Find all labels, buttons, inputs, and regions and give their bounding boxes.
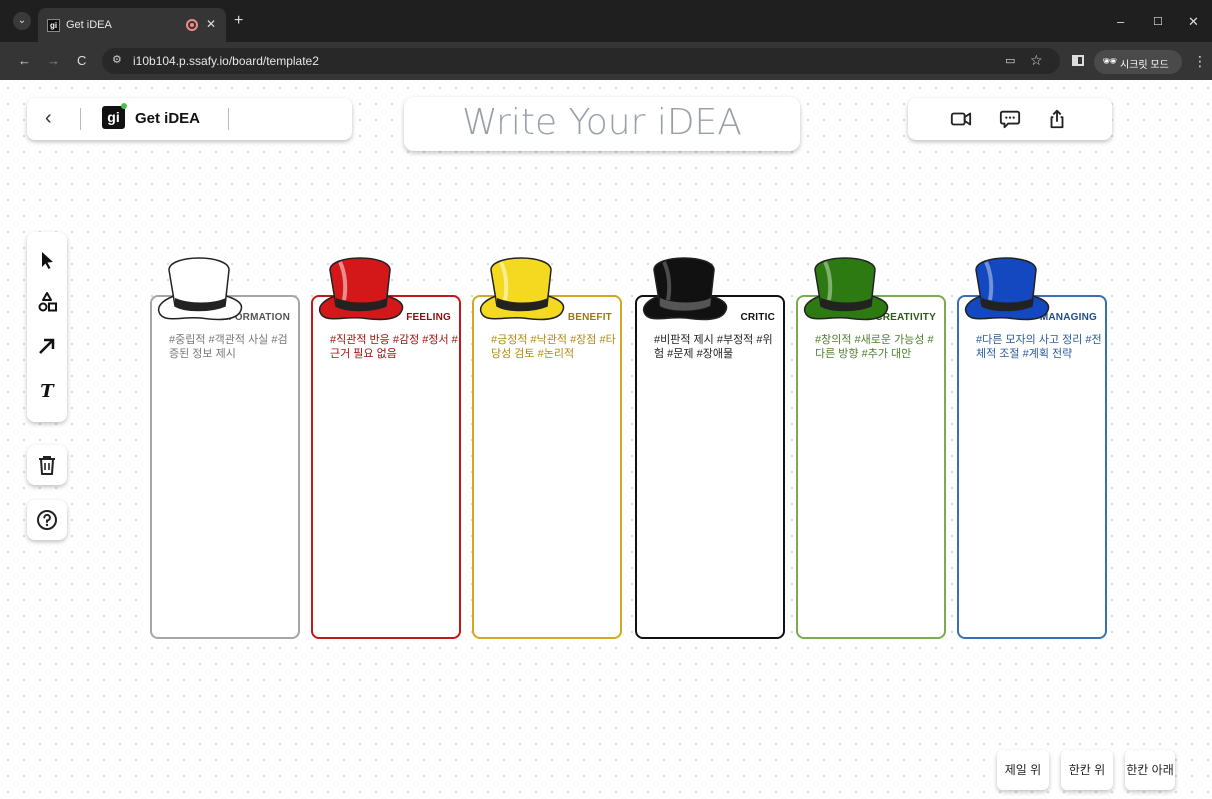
arrow-tool-icon[interactable] [35,334,59,358]
green-hat-icon [804,257,889,321]
delete-panel [27,445,67,485]
card-feeling[interactable]: FEELING #직관적 반응 #감정 #정서 #근거 필요 없음 [311,295,461,639]
window-close-icon[interactable]: ✕ [1188,14,1199,30]
camera-indicator-icon[interactable]: ▭ [1005,54,1015,67]
card-creativity[interactable]: CREATIVITY #창의적 #새로운 가능성 #다른 방향 #추가 대안 [796,295,946,639]
chat-icon[interactable] [999,108,1021,130]
site-settings-icon[interactable]: ⚙ [112,53,122,66]
more-menu-icon[interactable]: ⋮ [1193,53,1207,70]
text-tool-icon[interactable]: T [35,378,59,402]
svg-text:T: T [40,381,55,402]
incognito-badge[interactable]: 🕶 시크릿 모드 [1094,50,1182,74]
bookmark-star-icon[interactable]: ☆ [1030,52,1043,69]
card-tags: #비판적 제시 #부정적 #위험 #문제 #장애물 [654,334,773,360]
minimize-icon[interactable]: – [1117,14,1124,29]
logo-icon: gi [102,103,127,129]
blue-hat-icon [965,257,1050,321]
reload-icon[interactable]: C [77,53,86,68]
card-tags: #직관적 반응 #감정 #정서 #근거 필요 없음 [330,334,458,360]
tab-close-icon[interactable]: ✕ [206,17,216,31]
card-benefit[interactable]: BENEFIT #긍정적 #낙관적 #장점 #타당성 검토 #논리적 [472,295,622,639]
incognito-label: 시크릿 모드 [1120,60,1169,71]
back-arrow-icon[interactable]: ← [18,53,31,68]
card-title: FEELING [406,312,451,323]
maximize-icon[interactable]: ☐ [1153,15,1163,28]
forward-arrow-icon[interactable]: → [47,53,60,68]
share-icon[interactable] [1046,108,1068,130]
back-chevron-icon[interactable]: ‹ [45,107,52,130]
red-hat-icon [319,257,404,321]
board-canvas[interactable]: ‹ gi Get iDEA Write Your iDEA T INFORMAT… [0,80,1212,799]
video-camera-icon[interactable] [950,108,972,130]
tool-palette: T [27,232,67,422]
divider [228,108,229,130]
browser-address-bar: ← → C ⚙ i10b104.p.ssafy.io/board/templat… [0,42,1212,80]
card-critic[interactable]: CRITIC #비판적 제시 #부정적 #위험 #문제 #장애물 [635,295,785,639]
yellow-hat-icon [480,257,565,321]
card-tags: #창의적 #새로운 가능성 #다른 방향 #추가 대안 [815,334,934,360]
board-title-panel[interactable]: Write Your iDEA [404,97,800,151]
shapes-icon[interactable] [35,290,59,314]
help-panel [27,500,67,540]
card-information[interactable]: INFORMATION #중립적 #객관적 사실 #검증된 정보 제시 [150,295,300,639]
card-title: BENEFIT [567,312,612,323]
brand-name: Get iDEA [135,110,201,127]
help-question-icon[interactable] [35,508,59,532]
header-right-panel [908,98,1112,140]
url-text[interactable]: i10b104.p.ssafy.io/board/template2 [133,54,319,68]
card-tags: #중립적 #객관적 사실 #검증된 정보 제시 [169,334,288,360]
tab-favicon-icon: gi [47,19,60,32]
recording-icon [186,19,198,31]
bring-to-front-button[interactable]: 제일 위 [997,750,1049,790]
board-title[interactable]: Write Your iDEA [404,102,800,143]
bring-forward-button[interactable]: 한칸 위 [1061,750,1113,790]
tab-search-chevron-icon[interactable]: ⌄ [13,12,31,30]
tab-title: Get iDEA [66,19,112,31]
divider [80,108,81,130]
browser-tab[interactable]: gi Get iDEA ✕ [38,8,226,42]
header-left-panel: ‹ gi Get iDEA [27,98,352,140]
white-hat-icon [158,257,243,321]
card-tags: #다른 모자의 사고 정리 #전체적 조절 #계획 전략 [976,334,1102,360]
card-title: CRITIC [740,312,775,323]
trash-icon[interactable] [35,453,59,477]
side-panel-icon[interactable] [1072,55,1084,66]
card-managing[interactable]: MANAGING #다른 모자의 사고 정리 #전체적 조절 #계획 전략 [957,295,1107,639]
incognito-icon: 🕶 [1102,54,1118,68]
cursor-select-icon[interactable] [35,248,59,272]
browser-tab-bar: ⌄ gi Get iDEA ✕ + – ☐ ✕ [0,0,1212,42]
new-tab-icon[interactable]: + [234,13,243,29]
send-backward-button[interactable]: 한칸 아래 [1125,750,1175,790]
black-hat-icon [643,257,728,321]
url-omnibox[interactable]: ⚙ i10b104.p.ssafy.io/board/template2 ▭ ☆ [102,48,1060,74]
card-tags: #긍정적 #낙관적 #장점 #타당성 검토 #논리적 [491,334,616,360]
